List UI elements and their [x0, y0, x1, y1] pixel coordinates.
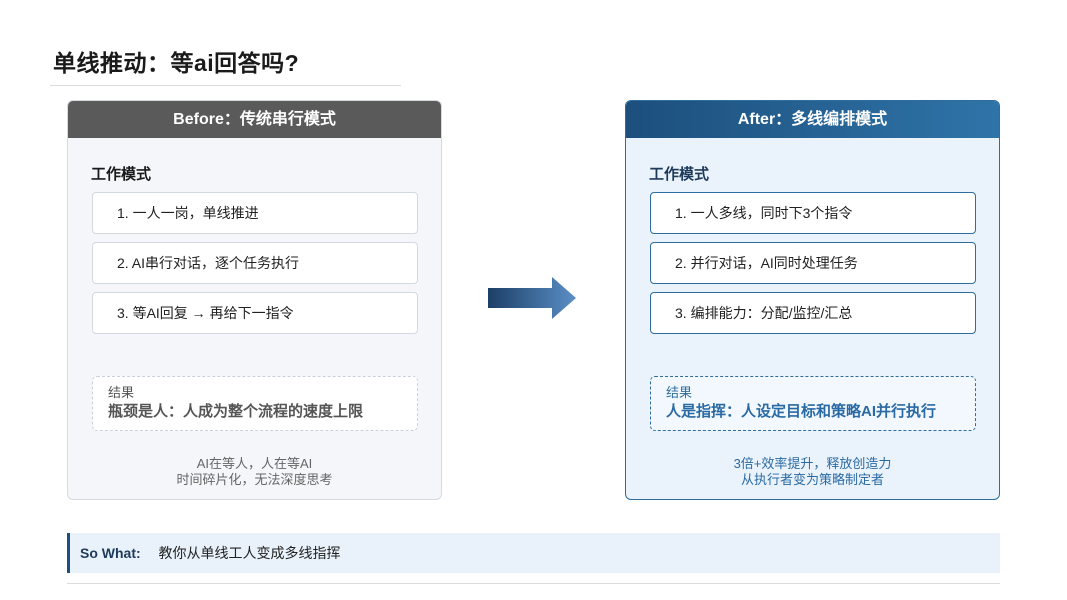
before-footnote: AI在等人，人在等AI 时间碎片化，无法深度思考 — [68, 456, 441, 488]
after-mode-item: 1. 一人多线，同时下3个指令 — [650, 192, 976, 234]
after-mode-item: 3. 编排能力：分配/监控/汇总 — [650, 292, 976, 334]
so-what-text: 教你从单线工人变成多线指挥 — [158, 545, 341, 561]
right-arrow-icon — [488, 277, 576, 319]
before-mode-item: 3. 等AI回复 → 再给下一指令 — [92, 292, 418, 334]
before-section-label: 工作模式 — [91, 166, 152, 183]
before-mode-item: 2. AI串行对话，逐个任务执行 — [92, 242, 418, 284]
before-panel-header: Before：传统串行模式 — [68, 101, 441, 138]
before-footnote-line: AI在等人，人在等AI — [196, 456, 313, 471]
after-result-text: 人是指挥：人设定目标和策略AI并行执行 — [666, 403, 937, 420]
before-footnote-line: 时间碎片化，无法深度思考 — [176, 472, 333, 487]
bottom-divider — [67, 583, 1000, 584]
before-mode-item: 1. 一人一岗，单线推进 — [92, 192, 418, 234]
before-result-box: 结果 瓶颈是人：人成为整个流程的速度上限 — [92, 376, 418, 431]
before-panel: Before：传统串行模式 工作模式 1. 一人一岗，单线推进 2. AI串行对… — [67, 100, 442, 500]
after-section-label: 工作模式 — [649, 166, 710, 183]
title-divider — [50, 85, 401, 86]
after-result-box: 结果 人是指挥：人设定目标和策略AI并行执行 — [650, 376, 976, 431]
page-title: 单线推动：等ai回答吗? — [53, 50, 300, 76]
after-footnote-line: 从执行者变为策略制定者 — [740, 472, 884, 487]
before-result-label: 结果 — [108, 385, 135, 400]
after-mode-item: 2. 并行对话，AI同时处理任务 — [650, 242, 976, 284]
so-what-label: So What: — [80, 545, 141, 561]
after-footnote-line: 3倍+效率提升，释放创造力 — [733, 456, 892, 471]
before-result-text: 瓶颈是人：人成为整个流程的速度上限 — [108, 403, 364, 420]
after-panel-header: After：多线编排模式 — [626, 101, 999, 138]
after-footnote: 3倍+效率提升，释放创造力 从执行者变为策略制定者 — [626, 456, 999, 488]
after-panel: After：多线编排模式 工作模式 1. 一人多线，同时下3个指令 2. 并行对… — [625, 100, 1000, 500]
after-result-label: 结果 — [666, 385, 693, 400]
so-what-bar: So What: 教你从单线工人变成多线指挥 — [67, 533, 1000, 573]
